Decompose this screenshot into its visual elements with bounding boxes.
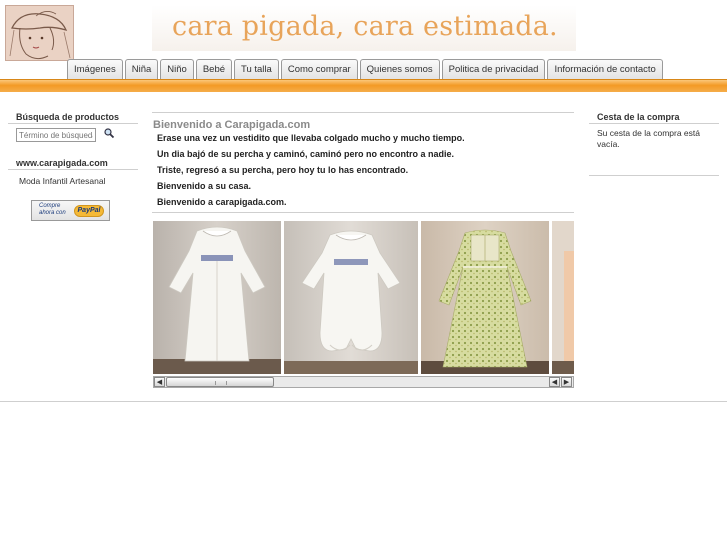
girl-with-hat-icon	[6, 6, 73, 60]
footer-divider	[0, 401, 727, 402]
story-line: Un dia bajó de su percha y caminó, camin…	[157, 149, 455, 159]
gallery-scrollbar[interactable]: ◀ ◀ ▶	[153, 376, 574, 388]
scrollbar-thumb[interactable]	[166, 377, 274, 387]
category-link[interactable]: Moda Infantil Artesanal	[19, 176, 105, 186]
tab-tu-talla[interactable]: Tu talla	[234, 59, 279, 80]
cart-bottom-divider	[589, 175, 719, 176]
search-button[interactable]	[103, 127, 115, 139]
site-banner: cara pigada, cara estimada.	[152, 5, 576, 51]
tab-quienes-somos[interactable]: Quienes somos	[359, 59, 440, 80]
sidebar-divider	[8, 169, 138, 170]
orange-divider-bar	[0, 79, 727, 92]
story-line: Erase una vez un vestidito que llevaba c…	[157, 133, 465, 143]
tab-bebe[interactable]: Bebé	[195, 59, 233, 80]
cart-divider	[589, 123, 719, 124]
search-title: Búsqueda de productos	[16, 112, 120, 122]
product-gallery	[153, 221, 574, 374]
tab-nina[interactable]: Niña	[124, 59, 159, 80]
white-romper-photo[interactable]	[284, 221, 418, 374]
main-top-divider	[152, 112, 574, 113]
tab-como-comprar[interactable]: Como comprar	[280, 59, 358, 80]
main-nav: Imágenes Niña Niño Bebé Tu talla Como co…	[67, 59, 665, 80]
site-section-title: www.carapigada.com	[16, 158, 108, 168]
welcome-title: Bienvenido a Carapigada.com	[153, 119, 311, 131]
paypal-caption: Compre ahora con	[39, 203, 66, 216]
main-divider	[152, 212, 574, 213]
white-dress-photo[interactable]	[153, 221, 281, 374]
paypal-logo: PayPal	[74, 205, 104, 217]
scroll-left-arrow-icon[interactable]: ◀	[549, 377, 560, 387]
floral-dress-photo[interactable]	[421, 221, 549, 374]
banner-title: cara pigada, cara estimada.	[172, 11, 558, 42]
sidebar-divider	[8, 123, 138, 124]
scroll-right-arrow-icon[interactable]: ▶	[561, 377, 572, 387]
story-line: Bienvenido a su casa.	[157, 181, 252, 191]
grip-icon	[215, 381, 227, 385]
cart-empty-text: Su cesta de la compra está vacía.	[597, 128, 701, 149]
story-line: Bienvenido a carapigada.com.	[157, 197, 287, 207]
search-input[interactable]	[16, 128, 96, 142]
partial-photo[interactable]	[552, 221, 574, 374]
tab-nino[interactable]: Niño	[160, 59, 194, 80]
site-logo[interactable]	[5, 5, 74, 61]
story-line: Triste, regresó a su percha, pero hoy tu…	[157, 165, 409, 175]
scroll-left-arrow-icon[interactable]: ◀	[154, 377, 165, 387]
tab-informacion-contacto[interactable]: Información de contacto	[547, 59, 663, 80]
magnifier-icon	[104, 128, 115, 139]
cart-title: Cesta de la compra	[597, 112, 680, 122]
paypal-button[interactable]: Compre ahora con PayPal	[31, 200, 110, 221]
tab-politica-privacidad[interactable]: Politica de privacidad	[441, 59, 546, 80]
tab-imagenes[interactable]: Imágenes	[67, 59, 123, 80]
